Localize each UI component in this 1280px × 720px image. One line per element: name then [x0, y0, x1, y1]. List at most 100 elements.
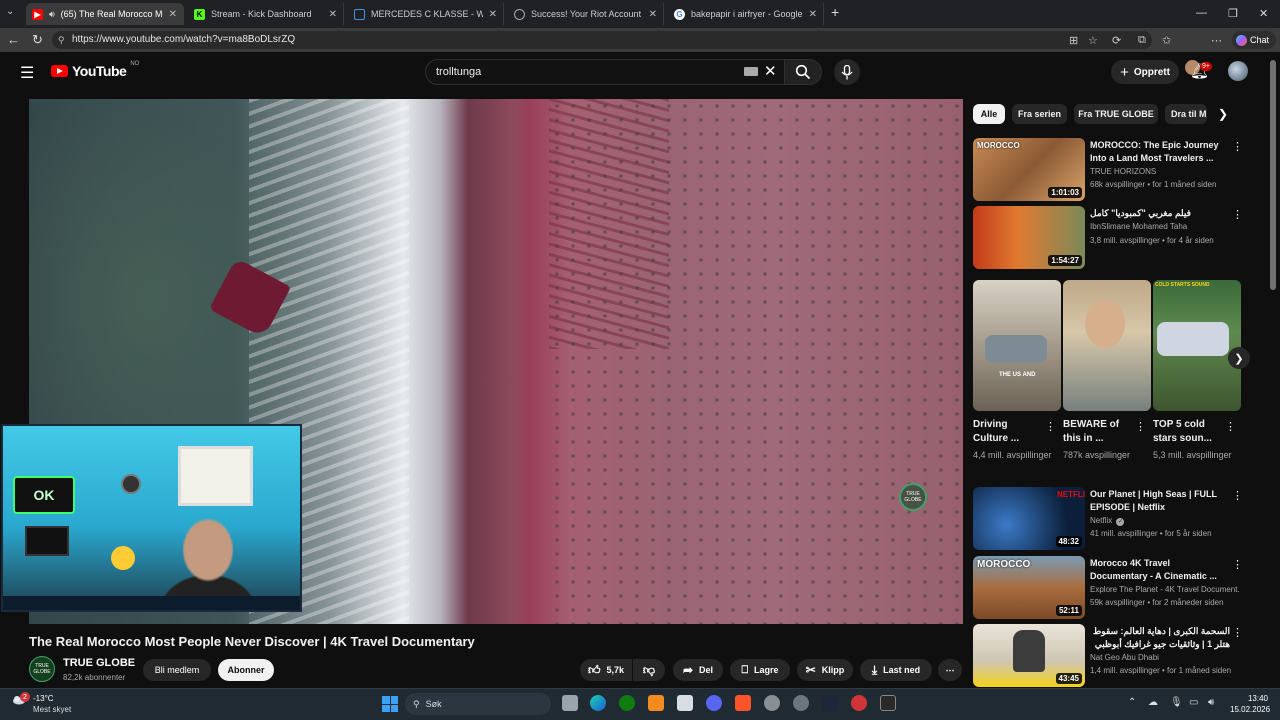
shorts-next-button[interactable]: ❯ — [1228, 347, 1250, 369]
channel-name[interactable]: TRUE GLOBE — [63, 657, 135, 669]
voice-search-button[interactable] — [834, 59, 860, 85]
copilot-chat-button[interactable]: Chat — [1232, 31, 1276, 49]
recommendation-channel[interactable]: Nat Geo Abu Dhabi — [1090, 653, 1240, 662]
close-tab-icon[interactable]: ✕ — [649, 9, 657, 20]
more-vertical-icon[interactable]: ⋮ — [1045, 420, 1056, 433]
close-tab-icon[interactable]: ✕ — [809, 9, 817, 20]
share-button[interactable]: ➦ Del — [673, 659, 723, 681]
tab-riot[interactable]: Success! Your Riot Account is now ✕ — [508, 3, 664, 25]
microphone-icon[interactable]: 🎙︎ — [1170, 697, 1183, 708]
short-title[interactable]: TOP 5 cold stars soun... — [1153, 418, 1223, 446]
new-tab-button[interactable]: + — [831, 4, 839, 20]
chip-from-series[interactable]: Fra serien — [1012, 104, 1067, 124]
settings-gear-icon[interactable] — [764, 695, 780, 711]
video-thumbnail[interactable]: MOROCCO 52:11 — [973, 556, 1085, 619]
recommendation-item[interactable]: 43:45 السحمة الكبرى | دهاية العالم: سقوط… — [973, 624, 1263, 687]
epic-games-icon[interactable] — [880, 695, 896, 711]
tab-list-chevron-icon[interactable]: ⌄ — [6, 6, 14, 17]
tray-app-icon[interactable]: ☁ — [1148, 697, 1158, 708]
recommendation-item[interactable]: MOROCCO 1:01:03 MOROCCO: The Epic Journe… — [973, 138, 1263, 202]
short-title[interactable]: Driving Culture ... — [973, 418, 1043, 446]
favorites-icon[interactable]: ✩ — [1162, 34, 1171, 47]
tab-youtube[interactable]: ▶ 🔊︎ (65) The Real Morocco Most P ✕ — [26, 3, 184, 25]
short-thumbnail[interactable]: THE US AND — [973, 280, 1061, 411]
recommendation-title[interactable]: Our Planet | High Seas | FULL EPISODE | … — [1090, 488, 1230, 514]
chip-related[interactable]: Dra til M — [1165, 104, 1207, 124]
short-thumbnail[interactable] — [1063, 280, 1151, 411]
tray-expand-icon[interactable]: ⌃ — [1128, 697, 1136, 708]
tab-kick[interactable]: K Stream - Kick Dashboard ✕ — [188, 3, 344, 25]
chevron-right-icon[interactable]: ❯ — [1218, 107, 1228, 121]
channel-watermark[interactable]: TRUE GLOBE — [899, 483, 927, 511]
minimize-icon[interactable]: — — [1196, 7, 1207, 19]
back-icon[interactable]: ← — [7, 32, 20, 47]
reload-icon[interactable]: ↻ — [32, 32, 43, 48]
recommendation-channel[interactable]: TRUE HORIZONS — [1090, 167, 1240, 176]
store-icon[interactable] — [677, 695, 693, 711]
audio-icon[interactable]: 🔊︎ — [49, 9, 55, 20]
subscribe-button[interactable]: Abonner — [218, 659, 274, 681]
recommendation-channel[interactable]: Explore The Planet - 4K Travel Document.… — [1090, 585, 1240, 594]
recommendation-title[interactable]: فيلم مغربي "كمبوديا" كامل — [1090, 207, 1230, 220]
recommendation-title[interactable]: MOROCCO: The Epic Journey Into a Land Mo… — [1090, 139, 1230, 165]
more-vertical-icon[interactable]: ⋮ — [1232, 140, 1243, 153]
clear-search-icon[interactable]: ✕ — [764, 62, 777, 80]
recommendation-item[interactable]: NETFLIX 48:32 Our Planet | High Seas | F… — [973, 487, 1263, 551]
start-button[interactable] — [382, 696, 398, 712]
short-title[interactable]: BEWARE of this in ... — [1063, 418, 1133, 446]
close-window-icon[interactable]: ✕ — [1259, 7, 1268, 20]
url-field[interactable]: ⚲ https://www.youtube.com/watch?v=ma8BoD… — [52, 31, 1152, 49]
taskbar-search[interactable]: ⚲ Søk — [405, 693, 551, 715]
more-actions-button[interactable]: ⋯ — [938, 659, 962, 681]
video-thumbnail[interactable]: 1:54:27 — [973, 206, 1085, 269]
download-button[interactable]: ⤓ Last ned — [860, 659, 932, 681]
tab-google[interactable]: G bakepapir i airfryer - Google Search ✕ — [668, 3, 824, 25]
close-tab-icon[interactable]: ✕ — [329, 9, 337, 20]
steam-icon[interactable] — [822, 695, 838, 711]
close-tab-icon[interactable]: ✕ — [169, 9, 177, 20]
create-button[interactable]: + Opprett — [1111, 60, 1179, 84]
site-info-icon[interactable]: ⚲ — [58, 31, 65, 49]
maximize-icon[interactable]: ❐ — [1228, 7, 1238, 20]
close-tab-icon[interactable]: ✕ — [489, 9, 497, 20]
channel-avatar[interactable]: TRUE GLOBE — [29, 656, 55, 682]
youtube-logo[interactable]: YouTube NO — [51, 61, 139, 79]
more-vertical-icon[interactable]: ⋮ — [1232, 208, 1243, 221]
app-icon[interactable] — [851, 695, 867, 711]
recommendation-channel[interactable]: Netflix ✓ — [1090, 516, 1240, 526]
tab-mercedes[interactable]: MERCEDES C KLASSE - W204 - AM ✕ — [348, 3, 504, 25]
menu-icon[interactable]: ☰ — [20, 63, 34, 83]
task-view-icon[interactable] — [562, 695, 578, 711]
keyboard-icon[interactable] — [744, 67, 758, 76]
save-button[interactable]: ⎕ Lagre — [730, 659, 790, 681]
discord-icon[interactable] — [706, 695, 722, 711]
brave-icon[interactable] — [735, 695, 751, 711]
more-vertical-icon[interactable]: ⋮ — [1232, 626, 1243, 639]
display-icon[interactable]: ▭ — [1189, 697, 1198, 708]
favorite-star-icon[interactable]: ☆ — [1088, 34, 1098, 47]
search-button[interactable] — [784, 59, 822, 85]
chip-from-channel[interactable]: Fra TRUE GLOBE — [1074, 104, 1158, 124]
app-icon[interactable] — [648, 695, 664, 711]
account-avatar[interactable] — [1228, 61, 1248, 81]
taskbar-clock[interactable]: 13:40 15.02.2026 — [1230, 693, 1270, 715]
short-thumbnail[interactable]: COLD STARTS SOUND — [1153, 280, 1241, 411]
more-vertical-icon[interactable]: ⋮ — [1232, 489, 1243, 502]
more-vertical-icon[interactable]: ⋮ — [1225, 420, 1236, 433]
more-vertical-icon[interactable]: ⋮ — [1135, 420, 1146, 433]
video-thumbnail[interactable]: MOROCCO 1:01:03 — [973, 138, 1085, 201]
recommendation-channel[interactable]: IbnSlimane Mohamed Taha — [1090, 222, 1240, 231]
page-scrollbar[interactable] — [1270, 60, 1276, 290]
search-input[interactable]: trolltunga — [425, 59, 785, 85]
video-thumbnail[interactable]: 43:45 — [973, 624, 1085, 687]
more-vertical-icon[interactable]: ⋮ — [1232, 558, 1243, 571]
like-button[interactable]: 👍︎ 5,7k — [580, 659, 632, 681]
recommendation-item[interactable]: 1:54:27 فيلم مغربي "كمبوديا" كامل IbnSli… — [973, 206, 1263, 270]
clip-button[interactable]: ✂ Klipp — [797, 659, 853, 681]
edge-browser-icon[interactable] — [590, 695, 606, 711]
dislike-button[interactable]: 👎︎ — [633, 659, 665, 681]
extensions-icon[interactable]: ⟳ — [1112, 34, 1121, 47]
xbox-icon[interactable] — [619, 695, 635, 711]
app-available-icon[interactable]: ⊞ — [1069, 34, 1078, 47]
recommendation-item[interactable]: MOROCCO 52:11 Morocco 4K Travel Document… — [973, 556, 1263, 620]
